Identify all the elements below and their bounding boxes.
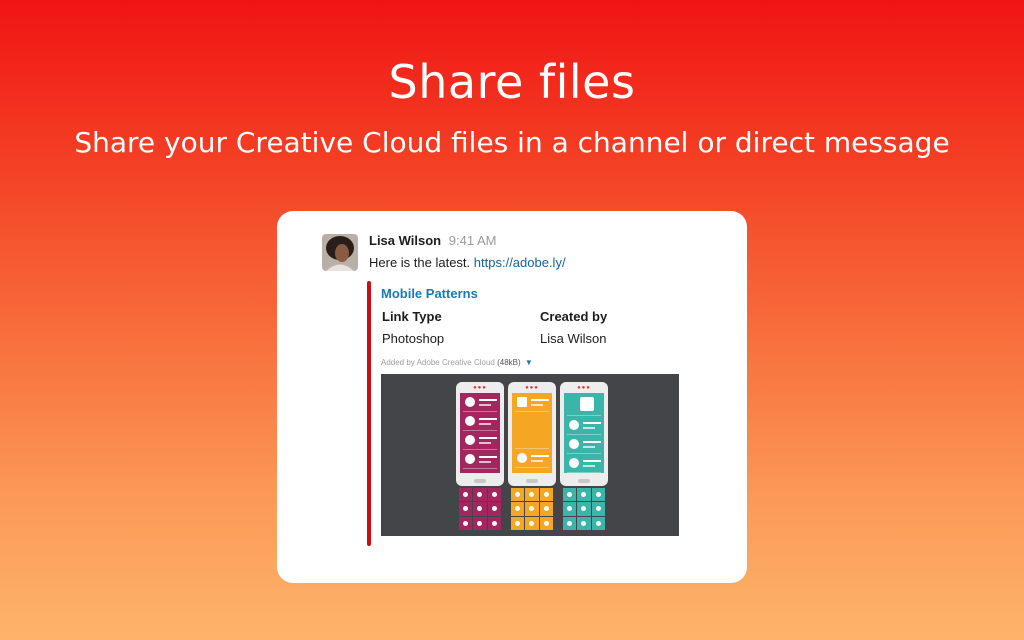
icon-tiles-purple — [459, 488, 501, 530]
message-timestamp[interactable]: 9:41 AM — [449, 233, 497, 248]
field-value-link-type: Photoshop — [382, 331, 445, 346]
field-value-created-by: Lisa Wilson — [540, 331, 607, 346]
hero-title: Share files — [388, 55, 636, 109]
attachment-size: (48kB) — [497, 358, 521, 367]
message-body: Here is the latest. https://adobe.ly/ — [369, 255, 566, 270]
avatar[interactable] — [322, 234, 358, 271]
icon-tiles-teal — [563, 488, 605, 530]
attachment-preview-image[interactable]: ●●● ●●● ●●● — [381, 374, 679, 536]
caret-down-icon[interactable]: ▼ — [525, 358, 533, 367]
phone-mockup-teal: ●●● — [560, 382, 608, 486]
attachment-title[interactable]: Mobile Patterns — [381, 286, 478, 301]
field-label-created-by: Created by — [540, 309, 608, 324]
icon-tiles-orange — [511, 488, 553, 530]
attachment-meta: Added by Adobe Creative Cloud (48kB) ▼ — [381, 358, 533, 367]
message-card: Lisa Wilson 9:41 AM Here is the latest. … — [277, 211, 747, 583]
phone-mockup-orange: ●●● — [508, 382, 556, 486]
message-header: Lisa Wilson 9:41 AM — [369, 233, 496, 248]
field-label-link-type: Link Type — [382, 309, 442, 324]
phone-mockup-purple: ●●● — [456, 382, 504, 486]
message-link[interactable]: https://adobe.ly/ — [474, 255, 566, 270]
hero-subtitle: Share your Creative Cloud files in a cha… — [74, 126, 950, 159]
message-text: Here is the latest. — [369, 255, 471, 270]
sender-name[interactable]: Lisa Wilson — [369, 233, 441, 248]
attachment-accent-bar — [367, 281, 371, 546]
attachment-source: Added by Adobe Creative Cloud — [381, 358, 495, 367]
